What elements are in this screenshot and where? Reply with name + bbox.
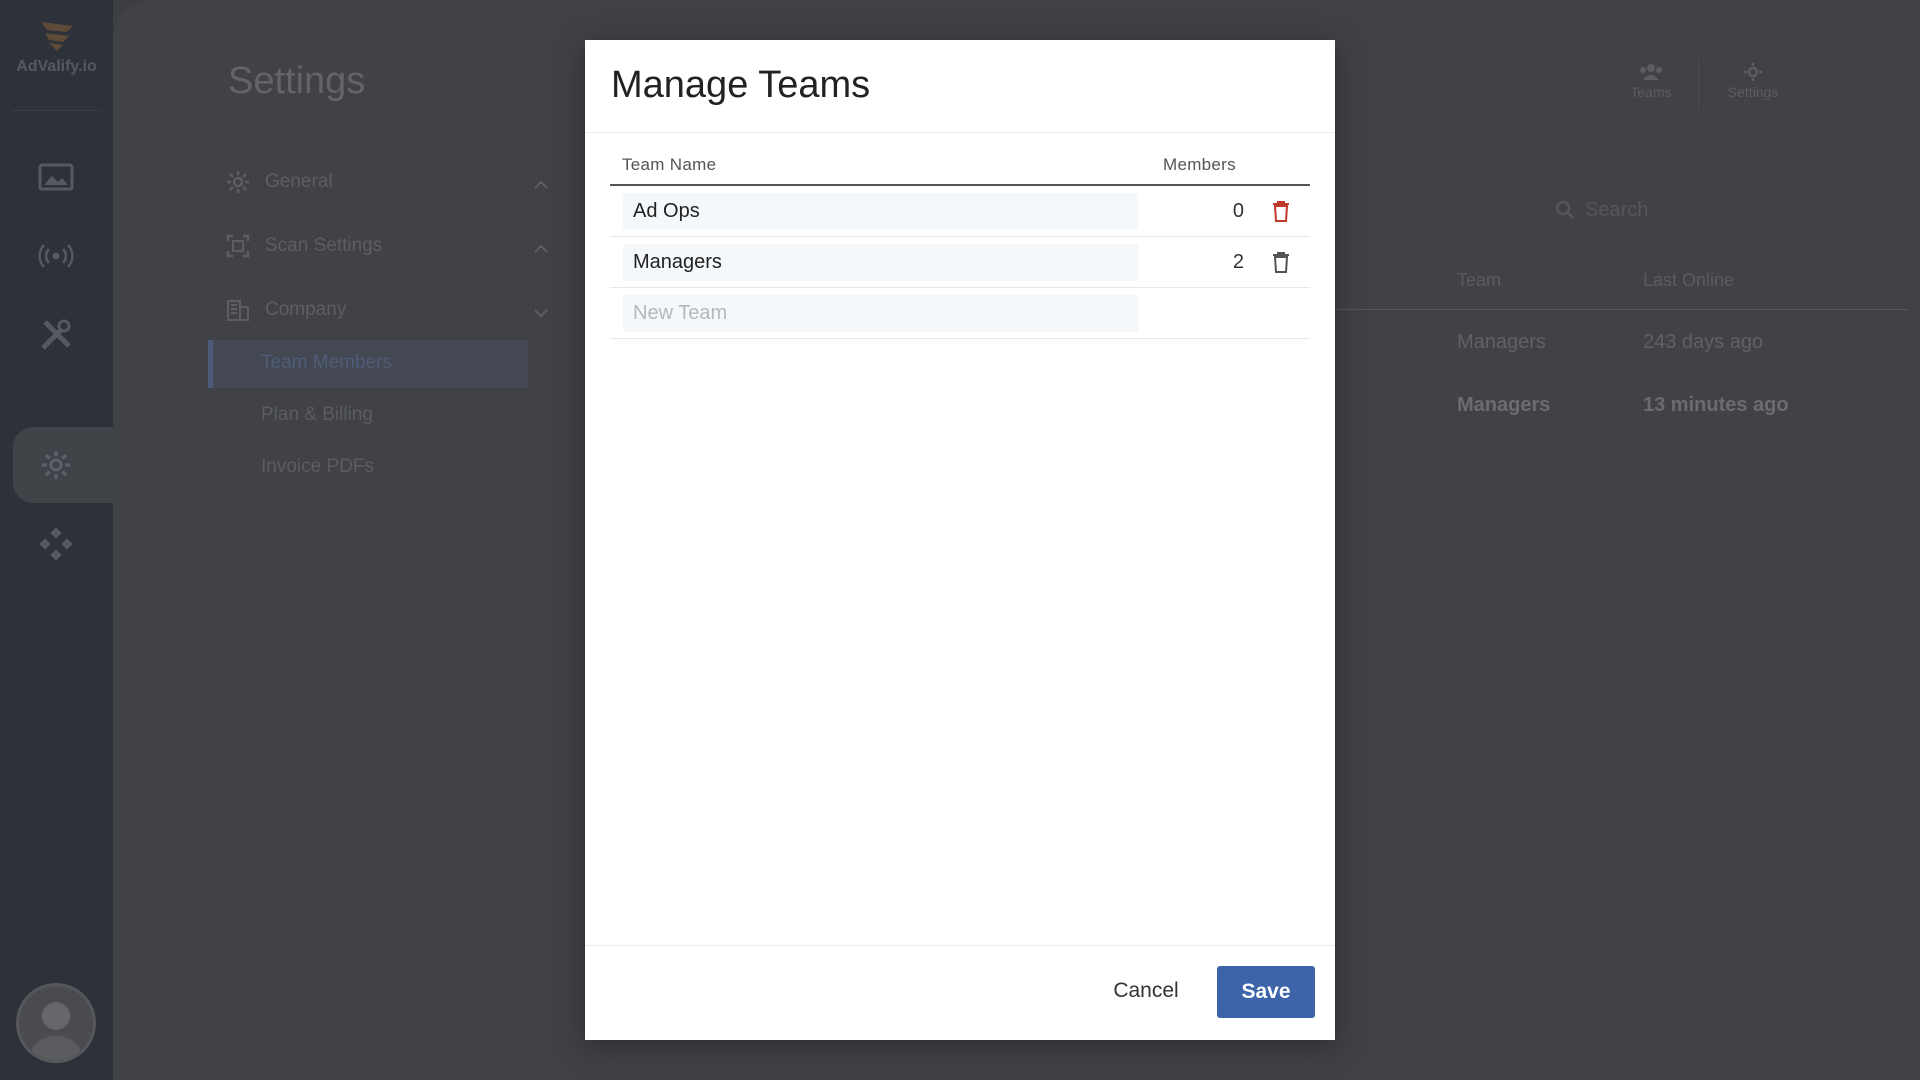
- search-placeholder: Search: [1585, 198, 1649, 221]
- column-header-team-name: Team Name: [622, 155, 717, 174]
- building-icon: [223, 298, 253, 322]
- nav-company-label: Company: [265, 299, 347, 320]
- nav-invoice-pdfs[interactable]: Invoice PDFs: [261, 456, 374, 478]
- logo-text: AdValify.io: [16, 58, 97, 75]
- team-member-count: 2: [1232, 251, 1244, 273]
- new-team-row: [610, 288, 1310, 339]
- avatar-icon: [28, 1002, 84, 1060]
- dialog-header-divider: [585, 132, 1335, 133]
- column-header-members: Members: [1163, 155, 1236, 174]
- team-name-input[interactable]: [623, 244, 1138, 281]
- settings-icon: [1744, 63, 1762, 81]
- logo-icon: [40, 22, 73, 51]
- nav-plan-billing[interactable]: Plan & Billing: [261, 404, 373, 426]
- teams-tool-label: Teams: [1630, 84, 1672, 100]
- manage-teams-dialog: Manage Teams Team Name Members 0 2 Cance…: [585, 40, 1335, 1040]
- gear-icon: [223, 170, 253, 194]
- table-header-divider: [1333, 309, 1908, 310]
- tools-icon[interactable]: [34, 313, 78, 357]
- chevron-up-icon: [534, 174, 548, 196]
- dialog-footer-divider: [585, 945, 1335, 946]
- trash-icon: [1273, 252, 1289, 273]
- app-logo[interactable]: AdValify.io: [0, 18, 113, 76]
- nav-company[interactable]: Company: [223, 288, 558, 332]
- delete-team-button[interactable]: [1268, 249, 1294, 275]
- tool-separator: [1698, 58, 1699, 110]
- column-header-team: Team: [1457, 270, 1502, 290]
- teams-icon: [1640, 64, 1662, 80]
- column-header-last-online: Last Online: [1643, 270, 1735, 290]
- search-icon: [1555, 200, 1574, 219]
- team-row: 2: [610, 237, 1310, 288]
- row2-last-online: 13 minutes ago: [1643, 394, 1789, 416]
- teams-tool-button[interactable]: Teams: [1611, 62, 1691, 100]
- page-title: Settings: [228, 60, 366, 102]
- team-name-input[interactable]: [623, 193, 1138, 230]
- nav-scan-settings-label: Scan Settings: [265, 235, 383, 256]
- search-box[interactable]: Search: [1555, 192, 1805, 228]
- cancel-button[interactable]: Cancel: [1103, 965, 1189, 1017]
- team-member-count: 0: [1232, 200, 1244, 222]
- image-icon[interactable]: [34, 155, 78, 199]
- dialog-title: Manage Teams: [611, 64, 871, 106]
- chevron-down-icon: [534, 302, 548, 324]
- new-team-input[interactable]: [623, 295, 1138, 332]
- settings-tool-label: Settings: [1727, 84, 1779, 100]
- save-button[interactable]: Save: [1217, 966, 1315, 1018]
- gear-icon[interactable]: [34, 443, 78, 487]
- icon-rail: AdValify.io: [0, 0, 123, 1080]
- nav-general-label: General: [265, 171, 333, 192]
- settings-tool-button[interactable]: Settings: [1713, 62, 1793, 100]
- chevron-up-icon: [534, 238, 548, 260]
- integrations-icon[interactable]: [34, 522, 78, 566]
- row1-team: Managers: [1457, 331, 1546, 353]
- nav-team-members[interactable]: Team Members: [261, 352, 392, 374]
- row2-team: Managers: [1457, 394, 1551, 416]
- delete-team-button[interactable]: [1268, 198, 1294, 224]
- team-row: 0: [610, 186, 1310, 237]
- broadcast-icon[interactable]: [34, 234, 78, 278]
- scan-icon: [223, 234, 253, 258]
- nav-scan-settings[interactable]: Scan Settings: [223, 224, 558, 268]
- trash-icon: [1273, 201, 1289, 222]
- rail-divider: [12, 110, 101, 111]
- row1-last-online: 243 days ago: [1643, 331, 1764, 353]
- nav-general[interactable]: General: [223, 160, 558, 204]
- user-avatar[interactable]: [16, 983, 96, 1063]
